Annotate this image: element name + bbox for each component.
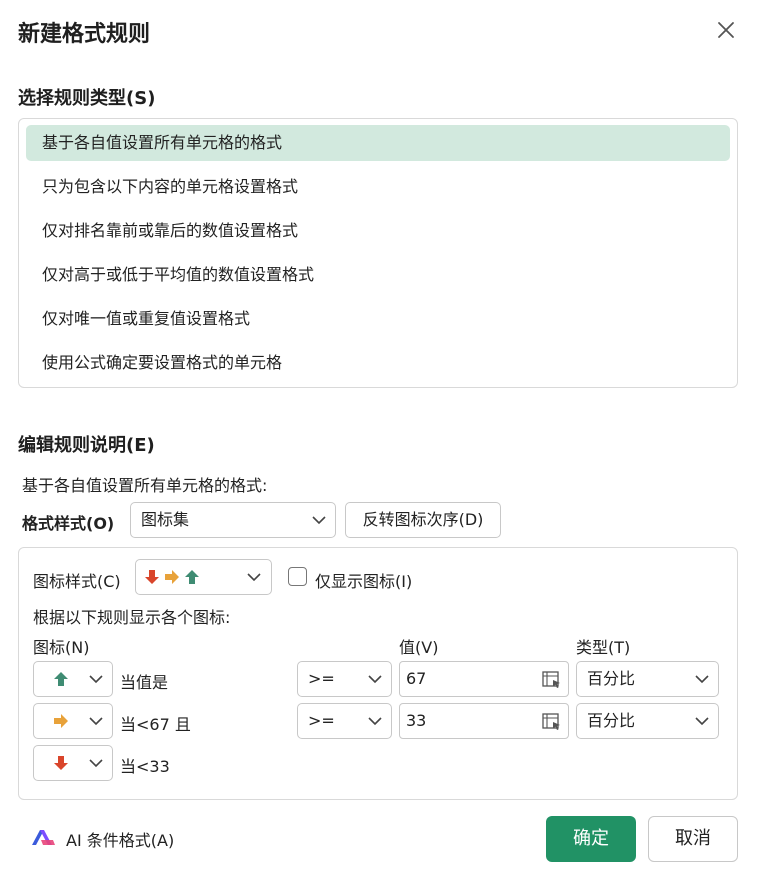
rule-type-item[interactable]: 只为包含以下内容的单元格设置格式 bbox=[26, 169, 730, 205]
reverse-icon-order-button[interactable]: 反转图标次序(D) bbox=[345, 502, 501, 538]
rule-type-item[interactable]: 仅对高于或低于平均值的数值设置格式 bbox=[26, 257, 730, 293]
icon-dropdown-row1[interactable] bbox=[33, 661, 113, 697]
chevron-down-icon bbox=[89, 759, 103, 768]
operator-dropdown-row1[interactable]: >= bbox=[297, 661, 392, 697]
rule-type-list: 基于各自值设置所有单元格的格式 只为包含以下内容的单元格设置格式 仅对排名靠前或… bbox=[18, 118, 738, 388]
up-arrow-icon bbox=[54, 672, 68, 686]
up-arrow-icon bbox=[185, 570, 199, 584]
chevron-down-icon bbox=[368, 717, 382, 726]
operator-dropdown-row2[interactable]: >= bbox=[297, 703, 392, 739]
range-select-icon[interactable] bbox=[542, 671, 562, 689]
condition-label-row2: 当<67 且 bbox=[120, 715, 191, 734]
show-icon-only-label: 仅显示图标(I) bbox=[315, 572, 413, 591]
edit-rule-heading: 编辑规则说明(E) bbox=[18, 435, 155, 456]
close-icon[interactable] bbox=[712, 16, 740, 44]
chevron-down-icon bbox=[695, 717, 709, 726]
rule-type-item[interactable]: 使用公式确定要设置格式的单元格 bbox=[26, 345, 730, 381]
chevron-down-icon bbox=[247, 573, 261, 582]
operator-value: >= bbox=[308, 711, 335, 730]
rule-type-item[interactable]: 仅对排名靠前或靠后的数值设置格式 bbox=[26, 213, 730, 249]
rule-type-heading: 选择规则类型(S) bbox=[18, 88, 156, 109]
down-arrow-icon bbox=[54, 756, 68, 770]
type-column-header: 类型(T) bbox=[576, 638, 631, 657]
edit-rule-subtitle: 基于各自值设置所有单元格的格式: bbox=[22, 476, 268, 495]
value-text: 33 bbox=[406, 711, 427, 730]
chevron-down-icon bbox=[89, 717, 103, 726]
right-arrow-icon bbox=[165, 570, 179, 584]
format-style-value: 图标集 bbox=[141, 510, 190, 529]
value-column-header: 值(V) bbox=[399, 638, 439, 657]
rule-type-item[interactable]: 仅对唯一值或重复值设置格式 bbox=[26, 301, 730, 337]
down-arrow-icon bbox=[145, 570, 159, 584]
rule-type-item[interactable]: 基于各自值设置所有单元格的格式 bbox=[26, 125, 730, 161]
condition-label-row3: 当<33 bbox=[120, 757, 170, 776]
icon-dropdown-row2[interactable] bbox=[33, 703, 113, 739]
value-text: 67 bbox=[406, 669, 427, 688]
chevron-down-icon bbox=[89, 675, 103, 684]
range-select-icon[interactable] bbox=[542, 713, 562, 731]
format-style-dropdown[interactable]: 图标集 bbox=[130, 502, 336, 538]
type-value: 百分比 bbox=[587, 669, 636, 688]
show-icon-only-checkbox[interactable] bbox=[288, 567, 307, 586]
icon-column-header: 图标(N) bbox=[33, 638, 90, 657]
value-input-row2[interactable]: 33 bbox=[399, 703, 569, 739]
type-dropdown-row2[interactable]: 百分比 bbox=[576, 703, 719, 739]
condition-label-row1: 当值是 bbox=[120, 673, 169, 692]
chevron-down-icon bbox=[312, 516, 326, 525]
chevron-down-icon bbox=[368, 675, 382, 684]
icon-dropdown-row3[interactable] bbox=[33, 745, 113, 781]
operator-value: >= bbox=[308, 669, 335, 688]
cancel-button[interactable]: 取消 bbox=[648, 816, 738, 862]
ok-button[interactable]: 确定 bbox=[546, 816, 636, 862]
icon-style-dropdown[interactable] bbox=[135, 559, 272, 595]
value-input-row1[interactable]: 67 bbox=[399, 661, 569, 697]
ai-conditional-format-label: AI 条件格式(A) bbox=[66, 831, 175, 850]
ai-logo-icon bbox=[32, 830, 55, 845]
rules-caption: 根据以下规则显示各个图标: bbox=[33, 608, 231, 627]
right-arrow-icon bbox=[54, 714, 68, 728]
chevron-down-icon bbox=[695, 675, 709, 684]
icon-style-label: 图标样式(C) bbox=[33, 572, 121, 591]
type-value: 百分比 bbox=[587, 711, 636, 730]
format-style-label: 格式样式(O) bbox=[22, 514, 115, 533]
dialog-title: 新建格式规则 bbox=[18, 22, 151, 47]
type-dropdown-row1[interactable]: 百分比 bbox=[576, 661, 719, 697]
